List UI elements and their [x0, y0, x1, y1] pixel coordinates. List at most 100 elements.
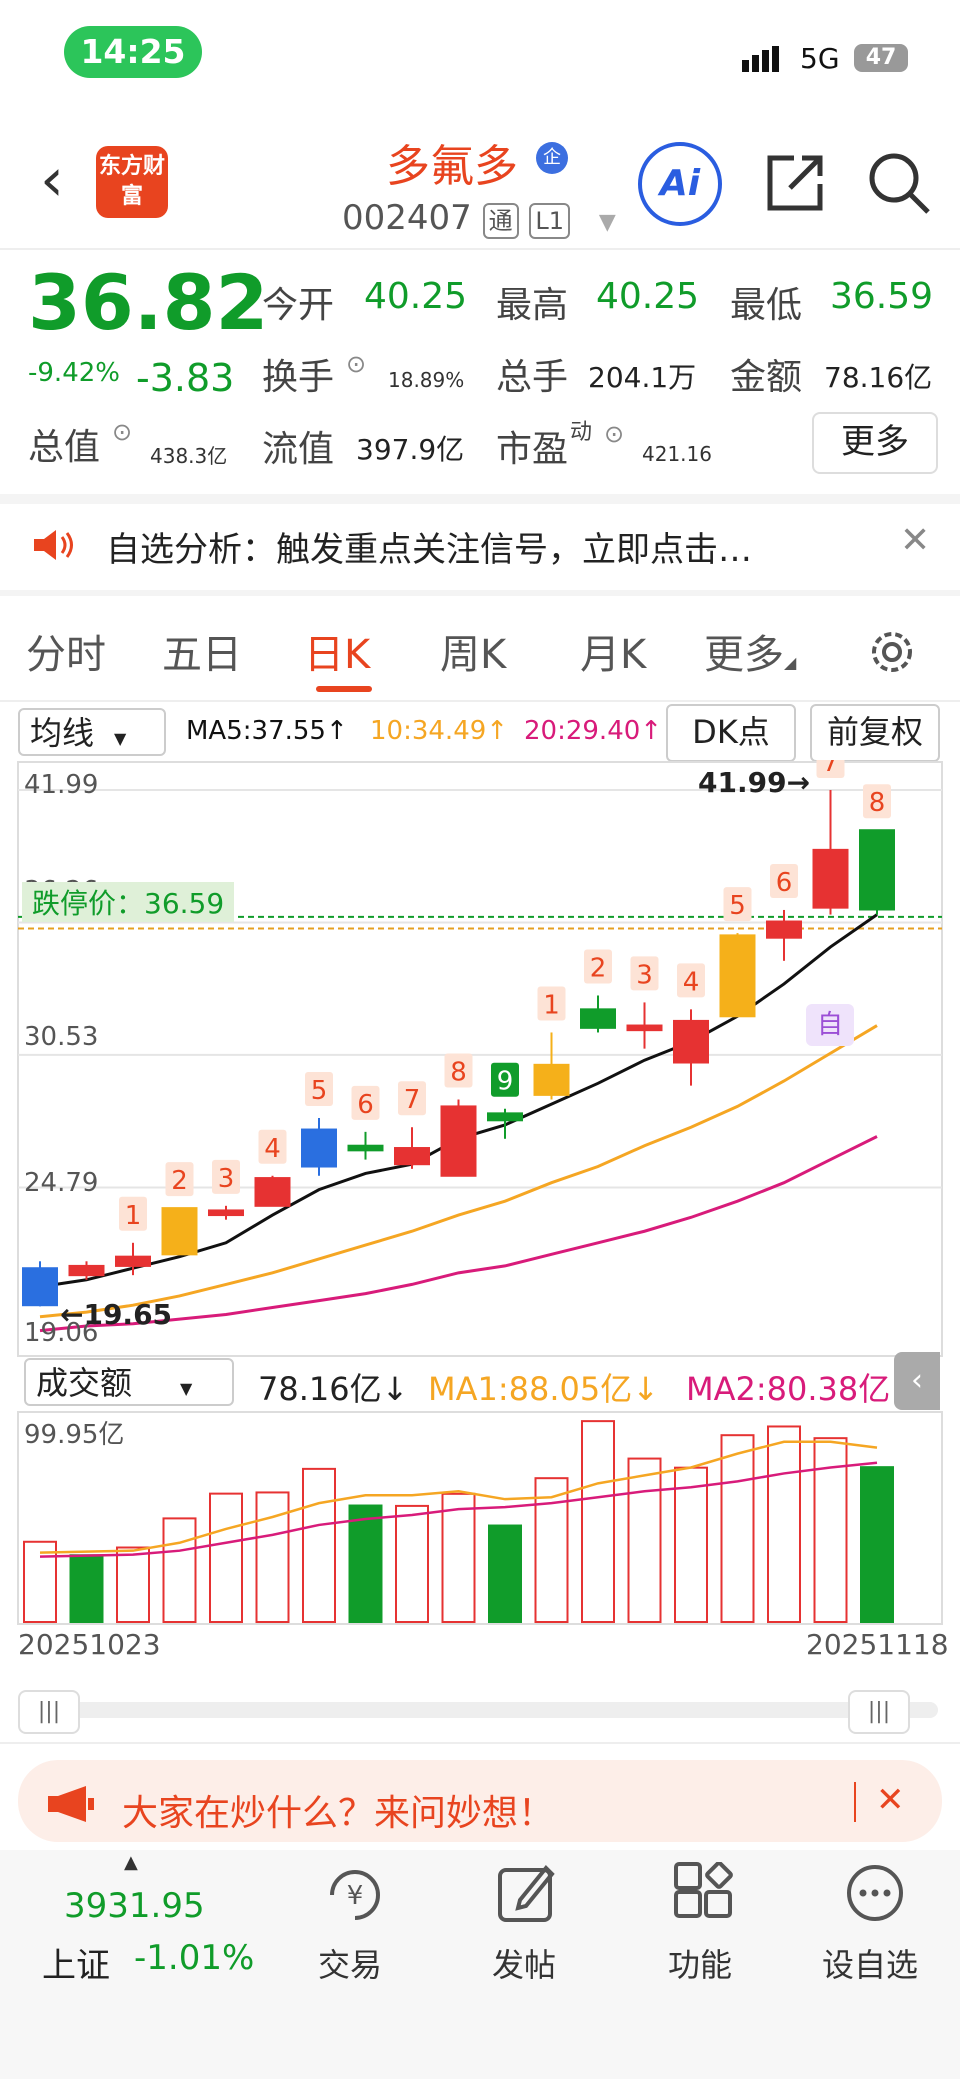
info-icon[interactable]: ⊙ [346, 350, 366, 378]
index-pct[interactable]: -1.01% [134, 1938, 254, 1978]
volume-bar [116, 1546, 150, 1623]
info-icon[interactable]: ⊙ [112, 418, 132, 446]
header-divider [0, 248, 960, 250]
turnover-value: 18.89% [388, 368, 465, 392]
change-amount: -3.83 [136, 356, 235, 400]
more-button[interactable]: 更多 [812, 412, 938, 474]
gear-icon[interactable] [866, 626, 918, 678]
volume-bar [209, 1492, 243, 1623]
signal-icon [742, 46, 779, 72]
function-icon[interactable] [672, 1862, 734, 1924]
sequence-tag: 4 [683, 967, 700, 997]
volume-bar [767, 1425, 801, 1623]
app-logo: 东方财富 [96, 146, 168, 218]
candle [766, 920, 802, 939]
candle [161, 1207, 198, 1256]
tabs-divider [0, 700, 960, 702]
pe-label: 市盈 [496, 429, 569, 470]
nav-post[interactable]: 发帖 [492, 1940, 556, 1986]
close-icon[interactable]: ✕ [876, 1780, 905, 1820]
volume-bar [255, 1491, 290, 1623]
ai-button[interactable]: Ai [638, 142, 722, 226]
volume-bar [674, 1466, 708, 1623]
dk-point-button[interactable]: DK点 [666, 704, 796, 762]
tab-intraday[interactable]: 分时 [26, 622, 106, 680]
float-value: 397.9亿 [356, 433, 465, 466]
collapse-arrow-icon[interactable]: ‹ [894, 1352, 940, 1410]
range-track[interactable] [20, 1702, 938, 1718]
index-name[interactable]: 上证 [42, 1938, 110, 1987]
candle [580, 1008, 616, 1029]
stock-code-row[interactable]: 002407 通 L1 ▼ [342, 198, 616, 239]
volume-bar [69, 1554, 104, 1623]
tab-five-day[interactable]: 五日 [162, 622, 242, 680]
candle [719, 934, 756, 1018]
index-value[interactable]: 3931.95 [64, 1886, 205, 1926]
low-value: 36.59 [830, 276, 934, 317]
ma20-value: 20:29.40↑ [524, 716, 663, 746]
volume-bar [488, 1524, 522, 1623]
share-icon[interactable] [764, 152, 826, 214]
tab-monthly-k[interactable]: 月K [580, 622, 646, 680]
candle [22, 1267, 58, 1307]
candle [115, 1255, 151, 1267]
l1-tag: L1 [529, 203, 571, 239]
sequence-tag: 7 [822, 760, 839, 778]
ma-select-label: 均线 [30, 714, 95, 752]
ma10-value: 10:34.49↑ [370, 716, 509, 746]
close-icon[interactable]: ✕ [900, 520, 930, 561]
post-icon[interactable] [496, 1862, 558, 1924]
megaphone-icon [48, 1786, 94, 1822]
kline-chart[interactable]: 12 345 6 78 912 3 45678 [0, 760, 960, 1360]
nav-trade[interactable]: 交易 [318, 1940, 382, 1986]
company-badge: 企 [536, 142, 568, 174]
network-label: 5G [800, 42, 840, 75]
tab-weekly-k[interactable]: 周K [440, 622, 506, 680]
sequence-tag: 5 [729, 891, 746, 921]
float-label: 流值 [262, 429, 335, 470]
sequence-tag: 6 [776, 868, 793, 898]
high-marker: 41.99→ [698, 766, 811, 799]
amount-label: 金额 [730, 357, 803, 398]
search-icon[interactable] [866, 150, 932, 216]
trade-icon[interactable]: ¥ [322, 1862, 388, 1928]
range-right-handle[interactable]: ||| [848, 1690, 910, 1734]
sequence-tag: 9 [497, 1067, 514, 1097]
volume-bar [860, 1466, 894, 1623]
sequence-tag: 3 [636, 960, 653, 990]
expand-icon[interactable]: ▲ [124, 1852, 138, 1873]
back-icon[interactable]: ‹ [40, 150, 64, 210]
adjust-button[interactable]: 前复权 [810, 704, 940, 762]
volume-select[interactable]: 成交额 ▼ [24, 1358, 234, 1406]
low-label: 最低 [730, 285, 803, 326]
candle [208, 1209, 244, 1217]
range-left-handle[interactable]: ||| [18, 1690, 80, 1734]
tab-daily-k[interactable]: 日K [304, 622, 370, 680]
alert-text[interactable]: 自选分析：触发重点关注信号，立即点击… [106, 522, 752, 571]
volume-bar [441, 1492, 476, 1624]
promo-text[interactable]: 大家在炒什么？来问妙想！ [122, 1784, 554, 1836]
nav-watchlist[interactable]: 设自选 [822, 1940, 918, 1986]
candle [301, 1128, 337, 1168]
stock-name[interactable]: 多氟多 [386, 130, 518, 194]
sequence-tag: 6 [357, 1090, 374, 1120]
candle [68, 1264, 105, 1277]
nav-function[interactable]: 功能 [668, 1940, 732, 1986]
more-dots-icon[interactable] [844, 1862, 906, 1924]
candle [394, 1147, 430, 1166]
battery-icon: 47 [854, 44, 908, 72]
volume-chart[interactable] [0, 1410, 960, 1626]
change-percent: -9.42% [28, 358, 120, 388]
high-value: 40.25 [596, 276, 700, 317]
candle [626, 1024, 663, 1032]
tab-more[interactable]: 更多◢ [704, 622, 796, 680]
end-date: 20251118 [806, 1628, 949, 1661]
current-price: 36.82 [28, 258, 269, 347]
ma-select[interactable]: 均线 ▼ [18, 708, 166, 756]
tab-more-label: 更多 [704, 632, 784, 678]
info-icon[interactable]: ⊙ [604, 420, 624, 448]
candle [254, 1177, 291, 1207]
mktcap-label: 总值 [28, 427, 101, 468]
sequence-tag: 5 [311, 1076, 328, 1106]
sequence-tag: 4 [264, 1134, 281, 1164]
